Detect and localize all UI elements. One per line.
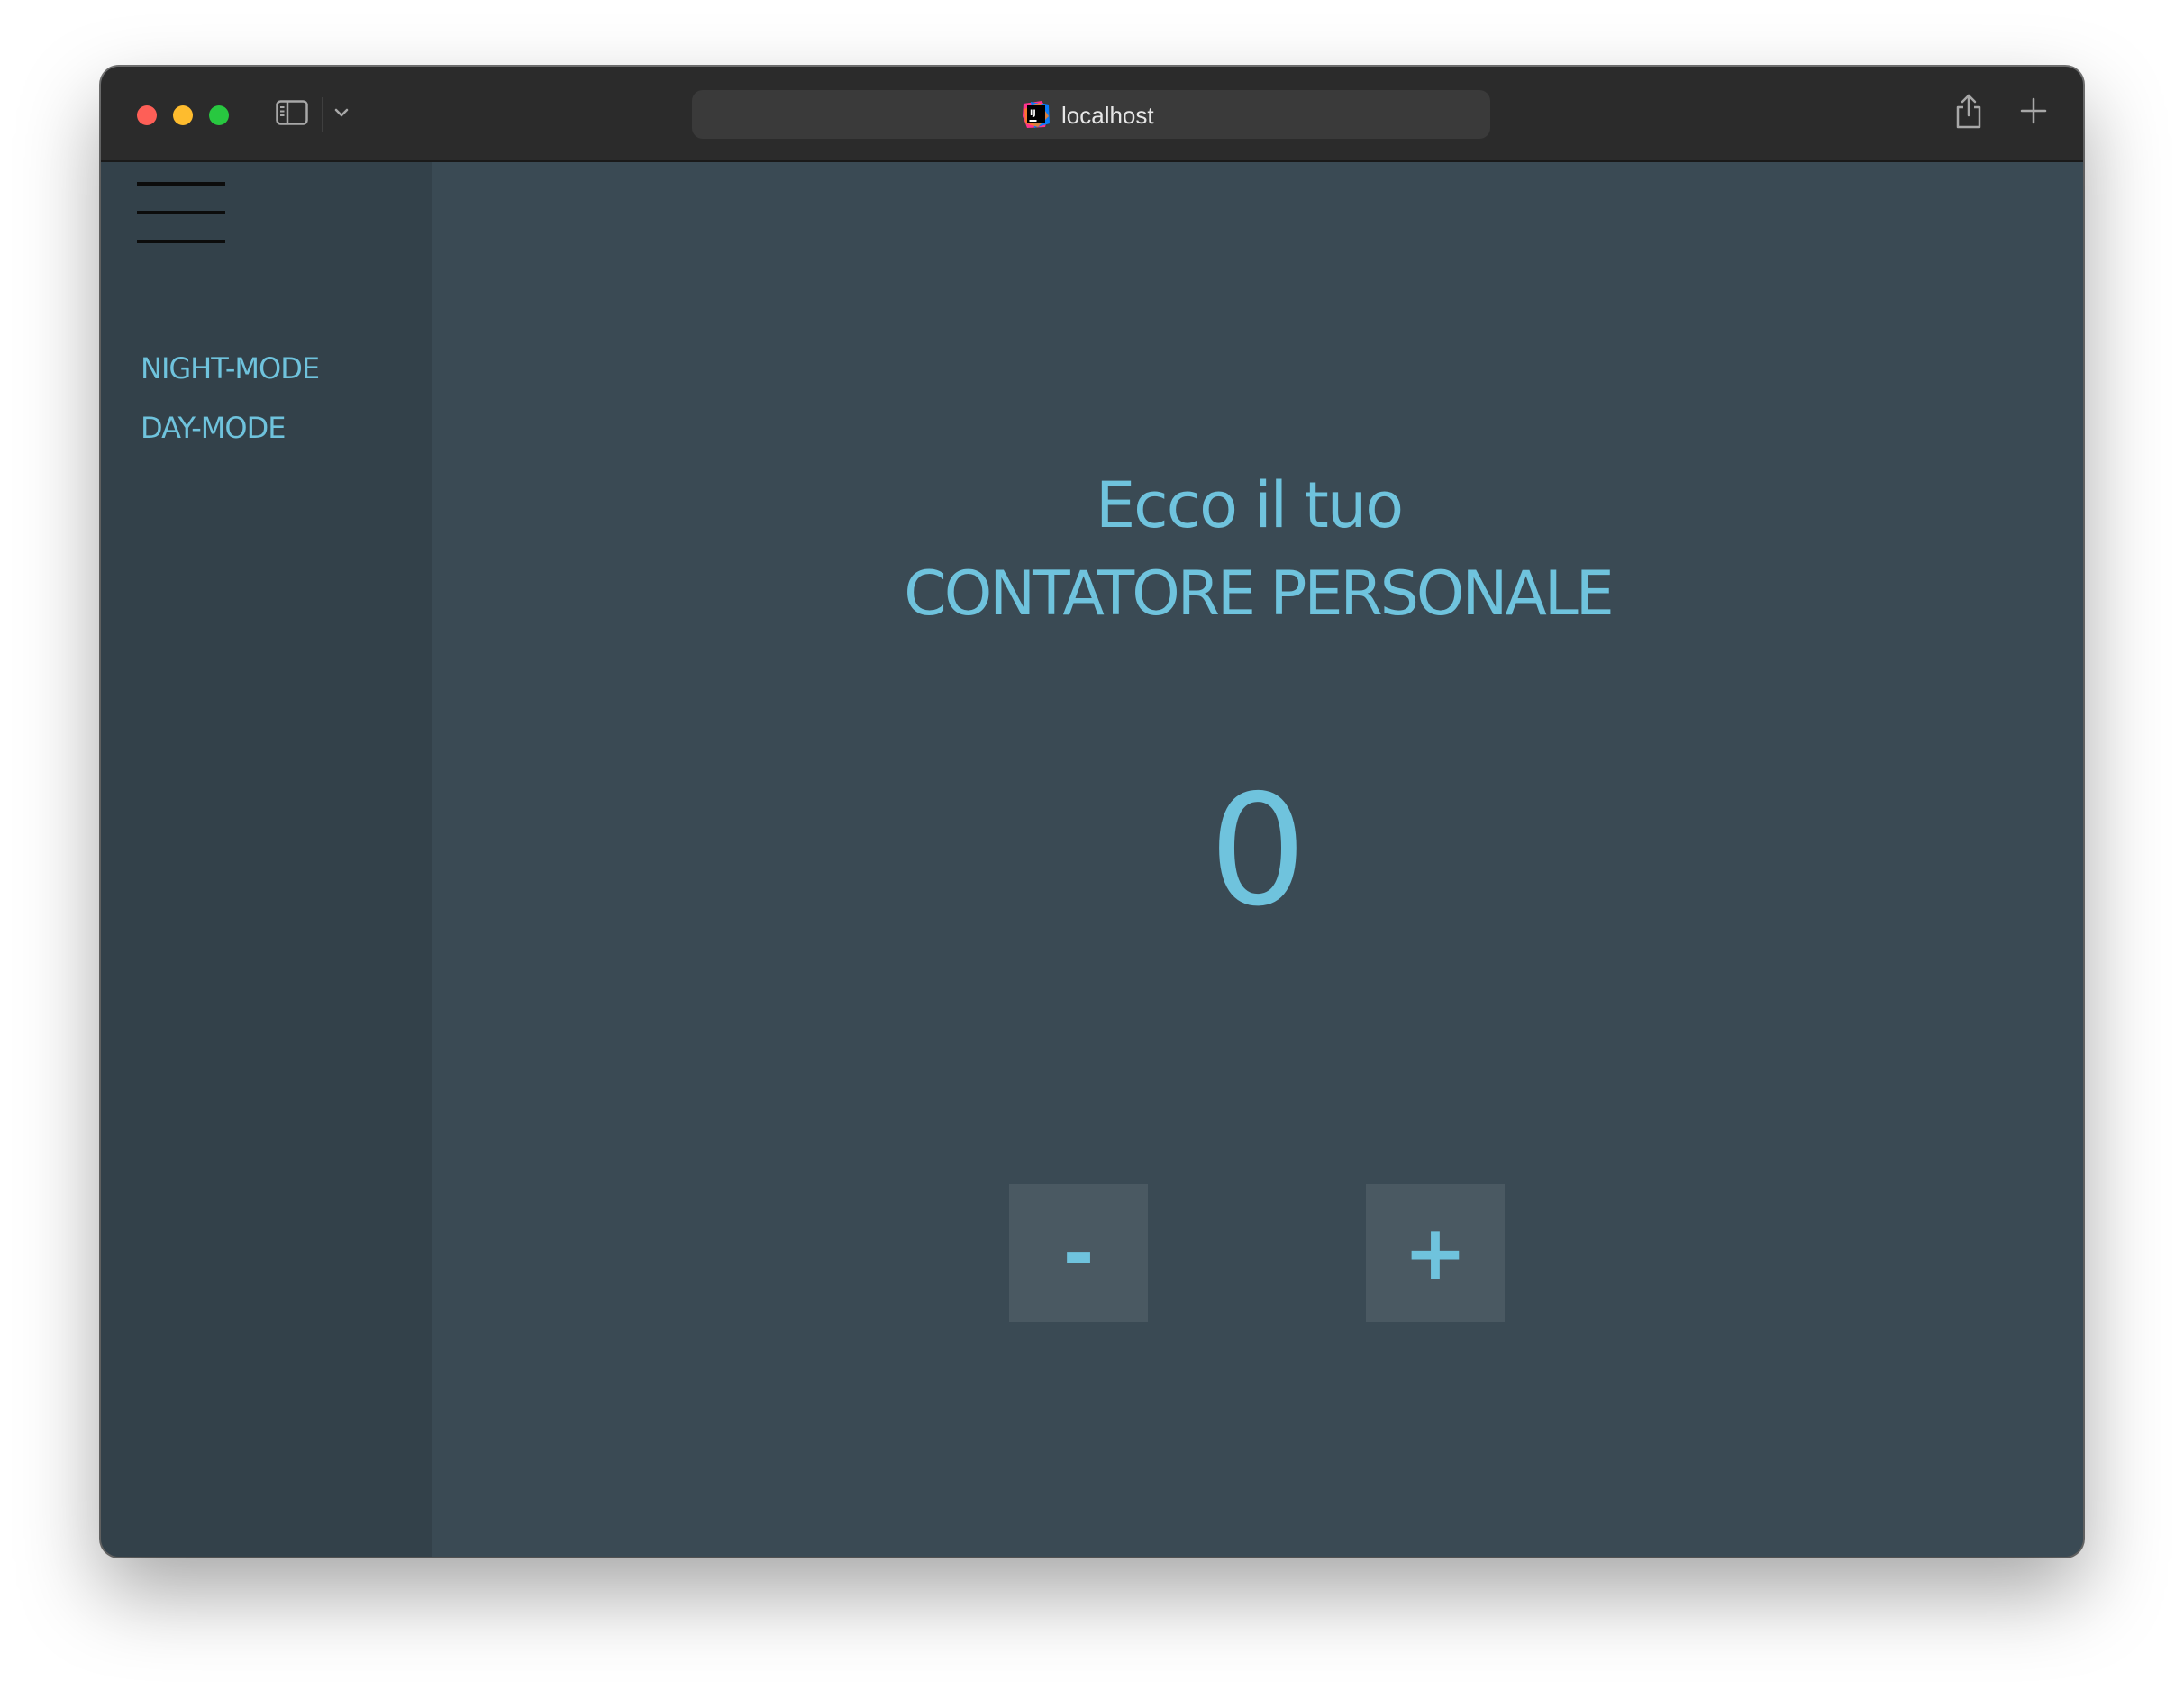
counter-value: 0 — [1208, 762, 1307, 940]
intellij-icon: IJ — [1023, 101, 1050, 128]
main-content: Ecco il tuo CONTATORE PERSONALE 0 - + — [432, 162, 2083, 1557]
decrement-button[interactable]: - — [1009, 1184, 1148, 1322]
increment-button[interactable]: + — [1366, 1184, 1505, 1322]
url-text: localhost — [1061, 102, 1154, 129]
toolbar-separator — [322, 97, 323, 132]
browser-window: IJ localhost NIGHT-MODE DAY-MODE Ecco il… — [101, 67, 2083, 1557]
close-window-button[interactable] — [137, 105, 157, 125]
day-mode-link[interactable]: DAY-MODE — [141, 411, 286, 445]
sidebar: NIGHT-MODE DAY-MODE — [101, 162, 432, 1557]
heading-line-2: CONTATORE PERSONALE — [904, 559, 1614, 630]
heading-line-1: Ecco il tuo — [1095, 468, 1404, 542]
chevron-down-icon[interactable] — [332, 103, 351, 123]
sidebar-toggle-icon[interactable] — [276, 100, 308, 125]
maximize-window-button[interactable] — [209, 105, 229, 125]
hamburger-menu-icon[interactable] — [137, 182, 225, 245]
new-tab-icon[interactable] — [2020, 97, 2047, 124]
browser-toolbar: IJ localhost — [101, 67, 2083, 162]
share-icon[interactable] — [1953, 92, 1984, 130]
address-bar[interactable]: IJ localhost — [692, 90, 1490, 139]
svg-text:IJ: IJ — [1030, 109, 1036, 118]
minimize-window-button[interactable] — [173, 105, 193, 125]
night-mode-link[interactable]: NIGHT-MODE — [141, 351, 320, 386]
